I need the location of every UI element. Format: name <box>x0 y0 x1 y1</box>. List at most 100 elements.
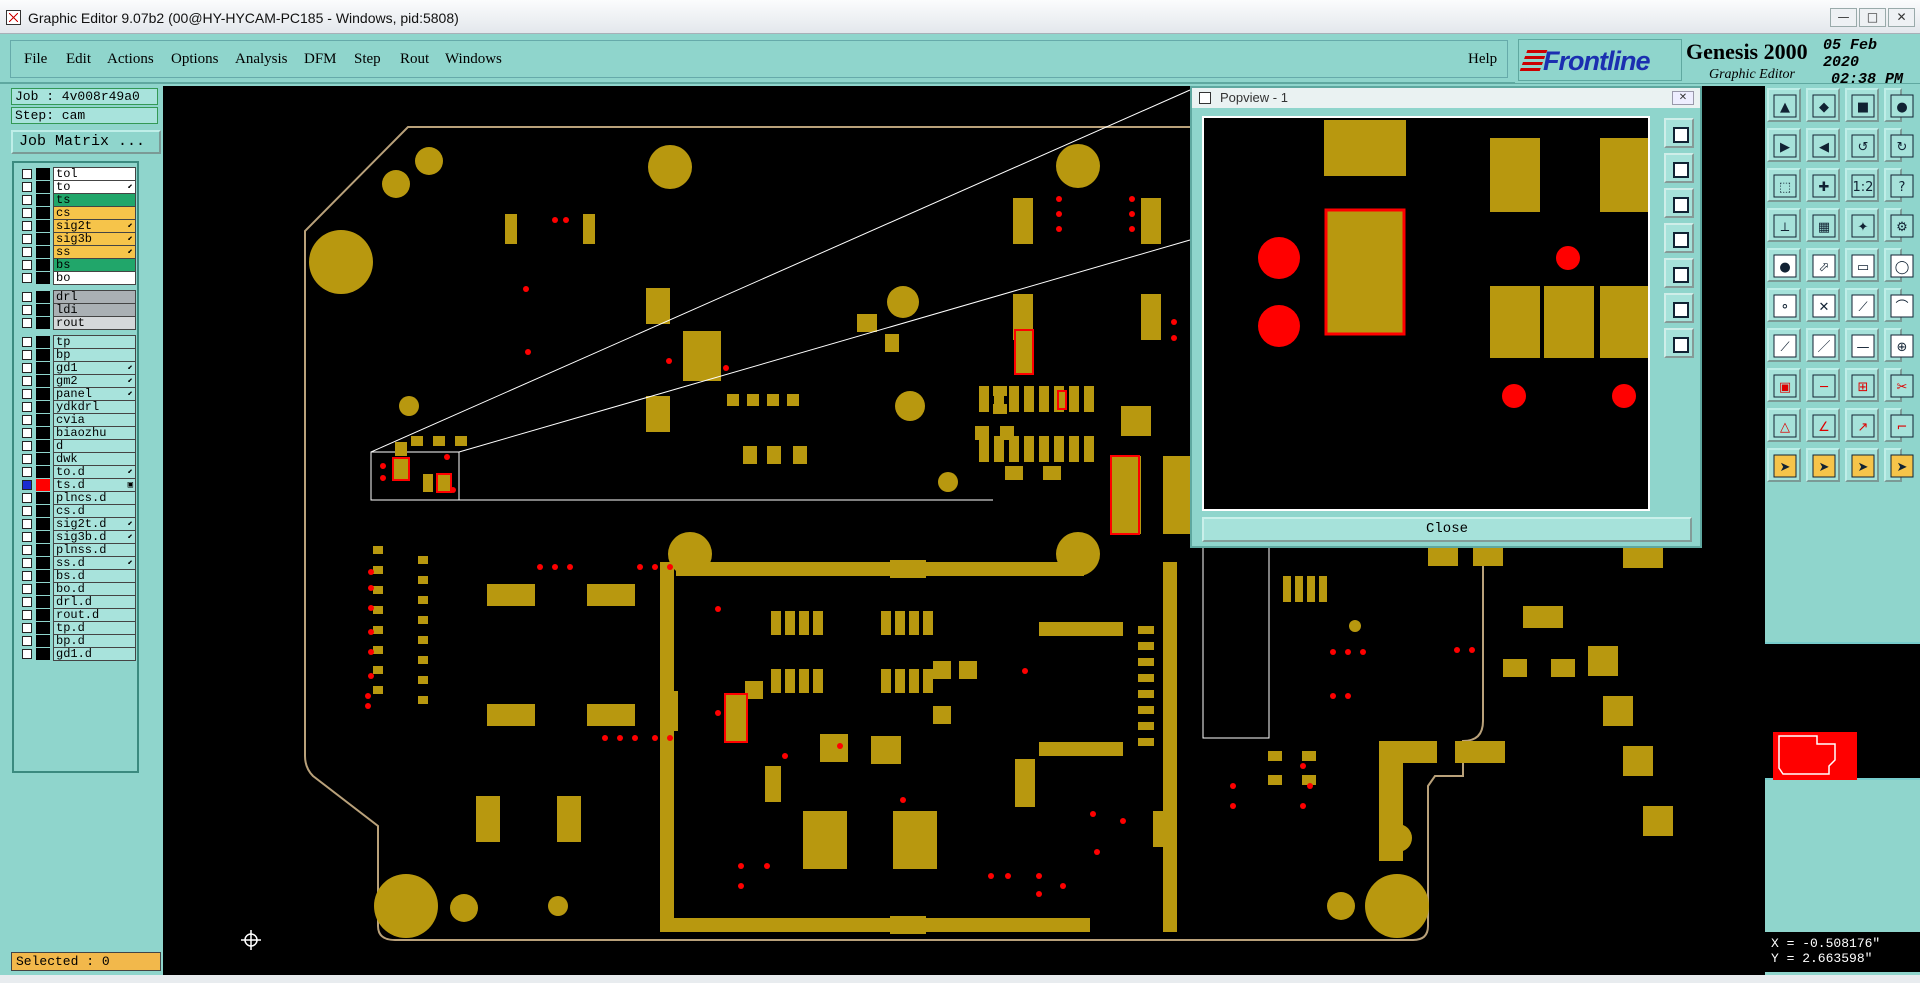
layer-name[interactable]: ss.d ⬋ <box>53 556 136 570</box>
layer-name[interactable]: sig2t.d ⬋ <box>53 517 136 531</box>
layer-checkbox[interactable] <box>22 247 32 257</box>
pointer-icon[interactable]: ➤ <box>1767 448 1801 482</box>
layer-name[interactable]: ts <box>53 193 136 207</box>
layer-checkbox[interactable] <box>22 363 32 373</box>
layer-checkbox[interactable] <box>22 545 32 555</box>
layer-checkbox[interactable] <box>22 260 32 270</box>
layer-name[interactable]: rout.d <box>53 608 136 622</box>
layer-name[interactable]: tp.d <box>53 621 136 635</box>
layer-name[interactable]: ydkdrl <box>53 400 136 414</box>
layer-name[interactable]: bs <box>53 258 136 272</box>
select-arrow-icon[interactable]: ➤ <box>1806 448 1840 482</box>
zoom-home-icon[interactable]: ▲ <box>1767 88 1801 122</box>
layer-checkbox[interactable] <box>22 597 32 607</box>
layer-row[interactable]: plncs.d <box>16 491 138 505</box>
layer-name[interactable]: bp.d <box>53 634 136 648</box>
add-pad-icon[interactable]: ● <box>1767 248 1801 282</box>
layer-checkbox[interactable] <box>22 506 32 516</box>
move-icon[interactable]: ✕ <box>1806 288 1840 322</box>
layer-row[interactable]: gd1.d <box>16 647 138 661</box>
layer-checkbox[interactable] <box>22 571 32 581</box>
layer-checkbox[interactable] <box>22 467 32 477</box>
layer-row[interactable]: rout <box>16 316 138 330</box>
menu-step[interactable]: Step <box>354 51 381 68</box>
text-icon[interactable]: ▭ <box>1845 248 1879 282</box>
layer-checkbox[interactable] <box>22 182 32 192</box>
center-icon[interactable]: ✚ <box>1806 168 1840 202</box>
layer-checkbox[interactable] <box>22 318 32 328</box>
layer-checkbox[interactable] <box>22 649 32 659</box>
layer-row[interactable]: panel ⬋ <box>16 387 138 401</box>
select-box-icon[interactable]: ➤ <box>1845 448 1879 482</box>
layer-row[interactable]: gd1 ⬋ <box>16 361 138 375</box>
layer-row[interactable]: gm2 ⬋ <box>16 374 138 388</box>
layer-checkbox[interactable] <box>22 493 32 503</box>
layer-row[interactable]: cs.d <box>16 504 138 518</box>
layer-row[interactable]: drl.d <box>16 595 138 609</box>
route-icon[interactable]: ⬀ <box>1806 248 1840 282</box>
minimize-button[interactable]: — <box>1830 8 1857 27</box>
zoom-window-icon[interactable]: ● <box>1884 88 1914 122</box>
layer-row[interactable]: ts.d ▣ <box>16 478 138 492</box>
popview-pan-left-icon[interactable] <box>1664 223 1694 253</box>
layer-name[interactable]: cvia <box>53 413 136 427</box>
grid-pick-icon[interactable]: ⊞ <box>1845 368 1879 402</box>
layer-checkbox[interactable] <box>22 519 32 529</box>
menu-dfm[interactable]: DFM <box>304 51 337 68</box>
layer-checkbox[interactable] <box>22 480 32 490</box>
layer-checkbox[interactable] <box>22 221 32 231</box>
layer-checkbox[interactable] <box>22 610 32 620</box>
help-query-icon[interactable]: ? <box>1884 168 1914 202</box>
layer-name[interactable]: bo.d <box>53 582 136 596</box>
dash-icon[interactable]: — <box>1845 328 1879 362</box>
layer-name[interactable]: bp <box>53 348 136 362</box>
line-icon[interactable]: ─ <box>1806 368 1840 402</box>
select-region-icon[interactable]: ▣ <box>1767 368 1801 402</box>
layer-name[interactable]: gd1.d <box>53 647 136 661</box>
layer-checkbox[interactable] <box>22 402 32 412</box>
menu-file[interactable]: File <box>24 51 47 68</box>
layer-checkbox[interactable] <box>22 305 32 315</box>
layer-row[interactable]: bs.d <box>16 569 138 583</box>
popview-zoom-home-icon[interactable] <box>1664 118 1694 148</box>
layer-name[interactable]: cs <box>53 206 136 220</box>
layer-row[interactable]: bs <box>16 258 138 272</box>
job-matrix-button[interactable]: Job Matrix ... <box>11 130 161 154</box>
layer-name[interactable]: biaozhu <box>53 426 136 440</box>
layer-checkbox[interactable] <box>22 376 32 386</box>
layer-row[interactable]: drl <box>16 290 138 304</box>
layer-checkbox[interactable] <box>22 292 32 302</box>
draw-line-icon[interactable]: ⟋ <box>1767 328 1801 362</box>
layer-name[interactable]: bo <box>53 271 136 285</box>
popview-center-icon[interactable] <box>1664 328 1694 358</box>
slash-icon[interactable]: ／ <box>1806 328 1840 362</box>
layer-row[interactable]: ss ⬋ <box>16 245 138 259</box>
layer-name[interactable]: tol <box>53 167 136 181</box>
layer-checkbox[interactable] <box>22 350 32 360</box>
layer-checkbox[interactable] <box>22 389 32 399</box>
layer-name[interactable]: sig2t ⬋ <box>53 219 136 233</box>
connect-icon[interactable]: ⟋ <box>1845 288 1879 322</box>
layer-row[interactable]: sig3b ⬋ <box>16 232 138 246</box>
layer-row[interactable]: sig3b.d ⬋ <box>16 530 138 544</box>
layer-row[interactable]: ts <box>16 193 138 207</box>
layer-name[interactable]: sig3b ⬋ <box>53 232 136 246</box>
layer-row[interactable]: to.d ⬋ <box>16 465 138 479</box>
layer-name[interactable]: dwk <box>53 452 136 466</box>
cut-icon[interactable]: ✂ <box>1884 368 1914 402</box>
layer-row[interactable]: tol <box>16 167 138 181</box>
layer-name[interactable]: tp <box>53 335 136 349</box>
layer-row[interactable]: bo <box>16 271 138 285</box>
zoom-area-icon[interactable]: ⬚ <box>1767 168 1801 202</box>
rotate-icon[interactable]: ↻ <box>1884 128 1914 162</box>
layer-row[interactable]: cvia <box>16 413 138 427</box>
layer-checkbox[interactable] <box>22 532 32 542</box>
layer-checkbox[interactable] <box>22 623 32 633</box>
layer-checkbox[interactable] <box>22 415 32 425</box>
popview-canvas[interactable] <box>1202 116 1650 511</box>
anchor-icon[interactable]: ⊕ <box>1884 328 1914 362</box>
mini-map[interactable] <box>1765 642 1920 780</box>
grid-icon[interactable]: ▦ <box>1806 208 1840 242</box>
layer-checkbox[interactable] <box>22 584 32 594</box>
layer-row[interactable]: tp.d <box>16 621 138 635</box>
